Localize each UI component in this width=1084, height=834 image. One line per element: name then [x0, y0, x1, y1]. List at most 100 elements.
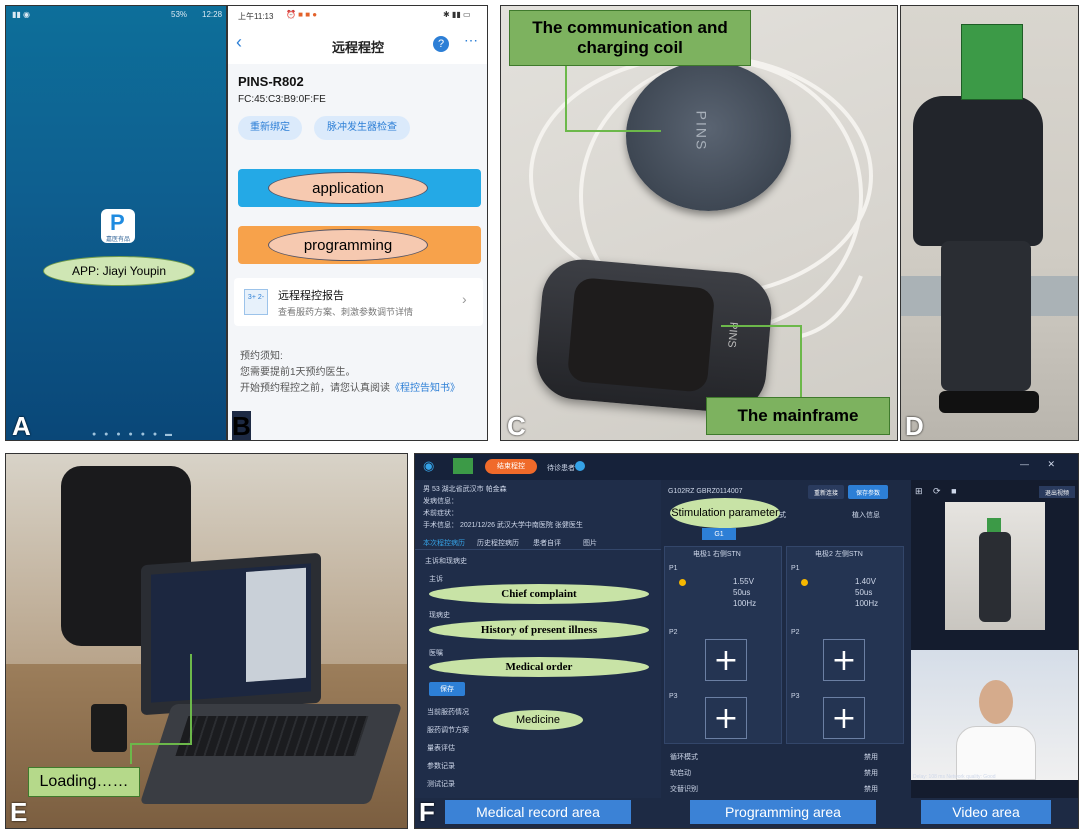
left-voltage: 1.55V	[733, 577, 754, 586]
video-area-label: Video area	[921, 800, 1051, 824]
person-shoes	[939, 391, 1039, 413]
chief-label: 主诉	[429, 576, 443, 583]
save-params-button[interactable]: 保存参数	[848, 485, 888, 499]
window-controls[interactable]: — ✕	[1020, 459, 1063, 470]
save-button[interactable]: 保存	[429, 682, 465, 696]
help-icon[interactable]: ?	[433, 36, 449, 52]
application-button[interactable]: application	[238, 169, 481, 207]
video-toolbar-icons[interactable]: ⊞ ⟳ ■	[915, 486, 961, 497]
title-bar: ‹ 远程程控 ? ⋯	[228, 26, 487, 64]
programming-area: G102RZ GBRZ0114007 重新连接 保存参数 模式 植入信息 G1 …	[662, 480, 910, 798]
pulse-check-button[interactable]: 脉冲发生器检查	[314, 116, 410, 140]
left-status-dot	[679, 579, 686, 586]
programming-label: programming	[268, 229, 428, 261]
left-add-p2-button[interactable]: +	[705, 639, 747, 681]
right-electrode-title: 电极2 左侧STN	[815, 551, 863, 558]
present-label: 现病史	[429, 612, 450, 619]
app-logo-letter: P	[110, 210, 125, 235]
video-area-text: Video area	[952, 804, 1020, 820]
row-alternate[interactable]: 交替识别	[670, 784, 698, 794]
panel-letter-c: C	[507, 411, 526, 441]
history-present-field[interactable]: History of present illness	[429, 620, 649, 640]
row-loop-mode[interactable]: 循环模式	[670, 752, 698, 762]
face-mask	[961, 24, 1023, 100]
row-soft-start[interactable]: 软启动	[670, 768, 691, 778]
person-body	[913, 96, 1043, 246]
medical-order-field[interactable]: Medical order	[429, 657, 649, 677]
mainframe-label-text: The mainframe	[737, 406, 859, 425]
panel-letter-f: F	[419, 797, 435, 827]
status-time: 上午11:13	[238, 12, 274, 21]
tab-current-record[interactable]: 本次程控病历	[423, 538, 465, 548]
status-bar: ▮▮ ◉ 53% 12:28	[6, 6, 226, 24]
device-mac: FC:45:C3:B9:0F:FE	[238, 94, 326, 105]
status-time: 12:28	[202, 10, 223, 19]
left-add-p3-button[interactable]: +	[705, 697, 747, 739]
top-bar: ◉ 结束程控 待诊患者 — ✕	[415, 454, 1078, 480]
doctor-coat	[956, 726, 1036, 780]
programming-area-label: Programming area	[690, 800, 876, 824]
rebind-button[interactable]: 重新绑定	[238, 116, 302, 140]
patient-mask	[453, 458, 473, 474]
row-soft-value: 禁用	[864, 770, 878, 777]
exit-video-button[interactable]: 退出视频	[1039, 486, 1075, 498]
right-add-p3-button[interactable]: +	[823, 697, 865, 739]
list-item-meds[interactable]: 当前服药情况	[427, 707, 469, 717]
end-button-label: 结束程控	[497, 463, 525, 470]
electrode-right: 电极2 左侧STN P1 1.40V 50us 100Hz P2 + P3 +	[786, 546, 904, 744]
section-history: 主诉和现病史	[425, 558, 467, 565]
tab-self-eval[interactable]: 患者自评	[533, 538, 561, 548]
tab-history-record[interactable]: 历史程控病历	[477, 538, 519, 548]
notice-link[interactable]: 《程控告知书》	[390, 383, 460, 394]
more-icon[interactable]: ⋯	[464, 32, 478, 49]
right-voltage: 1.40V	[855, 577, 876, 586]
reconnect-button[interactable]: 重新连接	[808, 485, 844, 499]
panel-b: 上午11:13 ⏰ ■ ■ ● ✱ ▮▮ ▭ ‹ 远程程控 ? ⋯ PINS-R…	[227, 5, 488, 441]
app-label: APP: Jiayi Youpin	[43, 256, 195, 286]
save-params-label: 保存参数	[855, 490, 880, 497]
programming-label-text: programming	[303, 236, 393, 254]
tab-implant-info[interactable]: 植入信息	[852, 510, 880, 520]
list-item-params[interactable]: 参数记录	[427, 761, 455, 771]
record-tabs: 本次程控病历 历史程控病历 患者自评 图片	[415, 534, 661, 550]
back-icon[interactable]: ‹	[236, 32, 242, 53]
end-programming-button[interactable]: 结束程控	[485, 459, 537, 474]
loading-pointer-line	[130, 654, 192, 764]
application-label-text: application	[312, 179, 384, 197]
report-icon: 3+ 2-	[244, 289, 268, 315]
list-item-scale[interactable]: 量表评估	[427, 743, 455, 753]
waiting-label: 待诊患者	[547, 465, 575, 472]
left-electrode-title: 电极1 右侧STN	[693, 551, 741, 558]
medical-record-area-label: Medical record area	[445, 800, 631, 824]
onset-label: 发病信息：	[423, 498, 458, 505]
tab-images[interactable]: 图片	[583, 538, 597, 548]
chief-complaint-field[interactable]: Chief complaint	[429, 584, 649, 604]
panel-c: PINS PINS The communication and charging…	[500, 5, 898, 441]
list-item-plan[interactable]: 服药调节方案	[427, 725, 469, 735]
right-freq: 100Hz	[855, 599, 879, 608]
symptom-label: 术前症状：	[423, 510, 458, 517]
app-icon-caption: 嘉医有品	[106, 237, 131, 243]
report-title: 远程程控报告	[278, 290, 344, 302]
left-p3: P3	[669, 693, 678, 700]
patient-video-body	[979, 532, 1011, 622]
stim-param-text: Stimulation parameter	[671, 507, 779, 519]
history-present-text: History of present illness	[480, 624, 598, 636]
group-tab[interactable]: G1	[702, 528, 736, 540]
patient-video	[945, 502, 1045, 630]
list-item-tests[interactable]: 测试记录	[427, 779, 455, 789]
status-bar: 上午11:13 ⏰ ■ ■ ● ✱ ▮▮ ▭	[228, 6, 487, 26]
battery-icon: ✱ ▮▮ ▭	[443, 10, 471, 19]
page-indicator: ● ● ● ● ● ● ▬	[92, 431, 176, 438]
report-card[interactable]: 3+ 2- 远程程控报告 查看服药方案、刺激参数调节详情 ›	[234, 278, 483, 326]
app-icon[interactable]: P 嘉医有品	[101, 209, 135, 243]
right-add-p2-button[interactable]: +	[823, 639, 865, 681]
panel-letter-e: E	[10, 797, 28, 827]
panel-d: D	[900, 5, 1079, 441]
mode-list: 循环模式 禁用 软启动 禁用 交替识别 禁用	[664, 750, 904, 798]
notice-line3: 开始预约程控之前，请您认真阅读《程控告知书》	[240, 379, 460, 394]
programming-area-text: Programming area	[725, 804, 841, 820]
signal-icon: ▮▮ ◉	[12, 10, 31, 19]
programming-button[interactable]: programming	[238, 226, 481, 264]
right-status-dot	[801, 579, 808, 586]
